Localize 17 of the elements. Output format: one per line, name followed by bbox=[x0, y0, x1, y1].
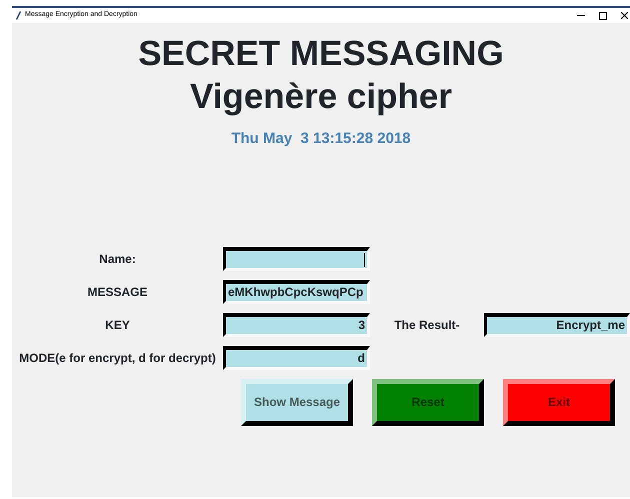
result-field[interactable]: Encrypt_me bbox=[484, 313, 630, 337]
input-field[interactable]: 3 bbox=[223, 313, 370, 337]
feather-icon bbox=[16, 11, 21, 20]
input-field[interactable]: eMKhwpbCpcKswqPCp bbox=[223, 280, 370, 304]
field-label: KEY bbox=[104, 317, 131, 334]
date-time: Thu May 3 13:15:28 2018 bbox=[230, 129, 412, 149]
input-field[interactable] bbox=[223, 247, 370, 271]
heading: Vigenère cipher bbox=[189, 79, 453, 114]
field-label: MODE(e for encrypt, d for decrypt) bbox=[18, 350, 217, 367]
result-label: The Result- bbox=[393, 317, 461, 334]
heading: SECRET MESSAGING bbox=[137, 36, 505, 71]
field-label: MESSAGE bbox=[86, 284, 148, 301]
show-message-button[interactable]: Show Message bbox=[241, 378, 353, 426]
field-label: Name: bbox=[98, 251, 137, 268]
close-icon[interactable] bbox=[621, 12, 628, 19]
input-field[interactable]: d bbox=[223, 346, 370, 370]
maximize-icon[interactable] bbox=[599, 12, 607, 20]
